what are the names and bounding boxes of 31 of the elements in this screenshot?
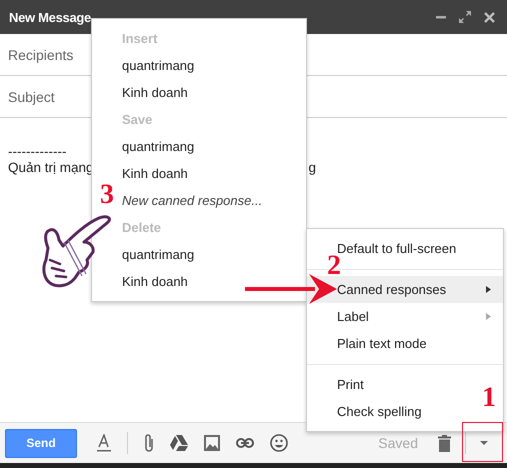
step-number: 1	[482, 384, 496, 412]
menu-heading: Save	[121, 111, 154, 129]
close-icon[interactable]	[484, 12, 495, 22]
menu-heading: Delete	[121, 219, 162, 237]
menu-item[interactable]: Label	[337, 309, 369, 324]
menu-item[interactable]: Kinh doanh	[122, 160, 188, 187]
menu-item[interactable]: Print	[337, 377, 364, 392]
menu-item[interactable]: Kinh doanh	[122, 79, 188, 106]
highlight-frame	[462, 422, 503, 462]
link-icon[interactable]	[236, 438, 254, 448]
menu-heading: Insert	[121, 30, 158, 48]
menu-item[interactable]: Plain text mode	[337, 336, 427, 351]
menu-item[interactable]: New canned response...	[122, 187, 262, 214]
paperclip-icon[interactable]	[144, 433, 154, 453]
body-text: g	[308, 160, 316, 176]
save-status: Saved	[378, 435, 418, 451]
menu-item[interactable]: Kinh doanh	[122, 268, 188, 295]
menu-item[interactable]: Check spelling	[337, 404, 422, 419]
drive-icon[interactable]	[170, 435, 188, 451]
body-text: -------------	[8, 144, 66, 160]
emoji-icon[interactable]	[270, 434, 288, 452]
photo-icon[interactable]	[204, 435, 220, 451]
minimize-icon[interactable]	[436, 15, 446, 19]
trash-icon[interactable]	[438, 434, 451, 452]
expand-icon[interactable]	[459, 11, 471, 23]
window-title: New Message	[9, 10, 91, 24]
menu-item[interactable]: quantrimang	[122, 241, 194, 268]
caret-icon	[480, 441, 488, 445]
menu-item[interactable]: quantrimang	[122, 133, 194, 160]
step-number: 3	[100, 181, 114, 209]
text-format-icon[interactable]	[97, 434, 111, 452]
